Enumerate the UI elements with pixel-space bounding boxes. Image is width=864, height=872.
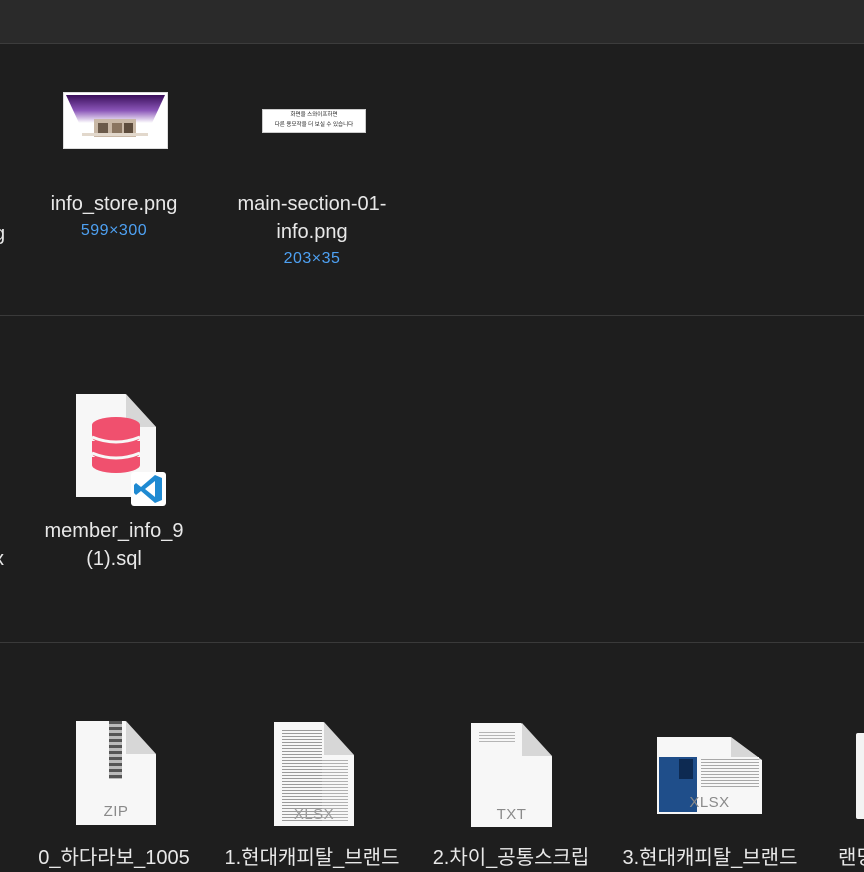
file-type-badge: XLSX: [274, 806, 354, 823]
file-type-badge: XLSX: [657, 794, 762, 811]
section-divider: [0, 642, 864, 643]
file-name: 1.현대캐피탈_브랜드: [217, 844, 407, 872]
vscode-badge-icon: [131, 472, 166, 506]
file-name-line-1: main-section-01-: [217, 190, 407, 218]
cut-off-filename[interactable]: g: [0, 220, 5, 248]
spreadsheet-preview: [701, 757, 759, 787]
image-thumbnail: 화면을 스와이프하면 다른 용모작을 더 보실 수 있습니다: [262, 109, 366, 133]
text-preview: [479, 730, 515, 744]
thumb-text-2: 다른 용모작을 더 보실 수 있습니다: [263, 121, 365, 129]
file-name: info_store.png: [19, 190, 209, 218]
file-name-line-1: member_info_9: [19, 517, 209, 545]
cut-off-filename: 랜딩: [838, 844, 864, 872]
file-name: 3.현대캐피탈_브랜드: [615, 844, 805, 872]
xlsx-file-icon: XLSX: [657, 737, 762, 814]
zipper-icon: [109, 721, 122, 779]
sql-file-icon: [76, 394, 166, 506]
file-type-badge: ZIP: [76, 803, 156, 820]
file-name: 2.차이_공통스크립: [416, 844, 606, 872]
thumb-text-1: 화면을 스와이프하면: [263, 111, 365, 119]
file-type-badge: TXT: [471, 806, 552, 823]
cut-off-filename-line-2[interactable]: x: [0, 545, 4, 573]
zip-file-icon: ZIP: [76, 721, 156, 825]
file-icon: [856, 733, 864, 819]
txt-file-icon: TXT: [471, 723, 552, 827]
image-preview: [679, 759, 693, 779]
file-name-line-2: info.png: [217, 218, 407, 246]
image-dimensions: 599×300: [19, 221, 209, 241]
image-dimensions: 203×35: [217, 249, 407, 269]
file-name: 0_하다라보_1005: [19, 844, 209, 872]
toolbar: [0, 0, 864, 44]
xlsx-file-icon: XLSX: [274, 722, 354, 826]
section-divider: [0, 315, 864, 316]
database-icon: [90, 416, 142, 474]
file-name-line-2: (1).sql: [19, 545, 209, 573]
image-thumbnail: [63, 92, 168, 149]
